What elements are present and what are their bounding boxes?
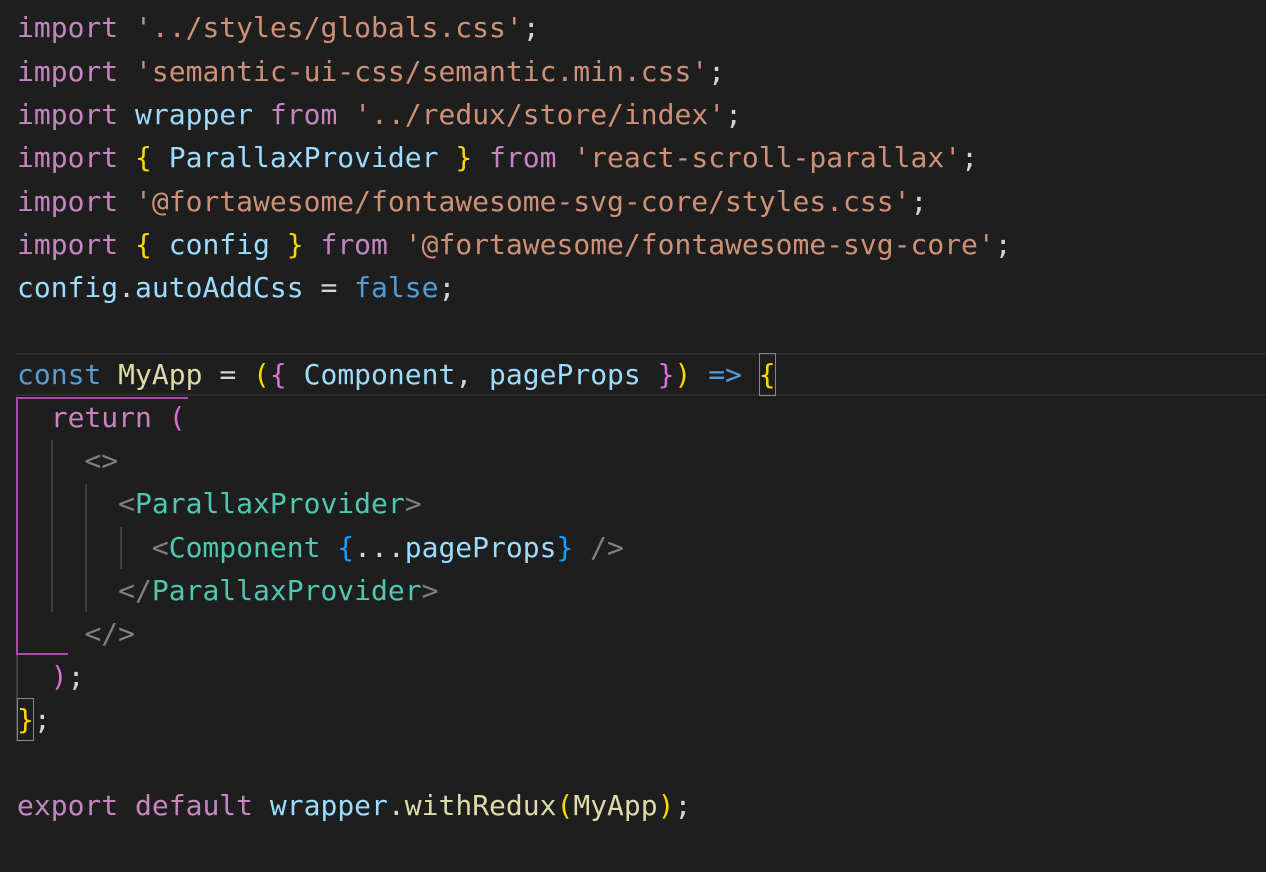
identifier: ParallaxProvider [168,141,439,174]
identifier: config [168,228,270,261]
code-line[interactable]: <ParallaxProvider> [0,482,1266,525]
boolean-literal: false [354,271,439,304]
keyword: from [269,98,338,131]
code-editor[interactable]: import '../styles/globals.css'; import '… [0,0,1266,872]
keyword: import [17,98,119,131]
string-literal: '../styles/globals.css' [135,11,523,44]
code-line[interactable]: import '@fortawesome/fontawesome-svg-cor… [0,180,1266,223]
string-literal: '@fortawesome/fontawesome-svg-core/style… [135,185,911,218]
jsx-tag: ParallaxProvider [135,487,405,520]
arrow-operator: => [708,358,742,391]
code-line[interactable]: </ParallaxProvider> [0,569,1266,612]
code-line[interactable]: ); [0,655,1266,698]
identifier: config [17,271,119,304]
jsx-tag: ParallaxProvider [151,574,422,607]
jsx-tag: Component [168,531,321,564]
code-line[interactable]: import { config } from '@fortawesome/fon… [0,223,1266,266]
code-line-current[interactable]: const MyApp = ({ Component, pageProps })… [0,353,1266,397]
keyword: import [17,185,119,218]
keyword: export [17,789,119,822]
string-literal: '../redux/store/index' [354,98,726,131]
keyword: import [17,228,119,261]
keyword: import [17,55,119,88]
identifier: pageProps [404,531,557,564]
keyword: default [135,789,254,822]
bracket-match-open: { [758,353,776,397]
code-line[interactable]: import wrapper from '../redux/store/inde… [0,93,1266,136]
code-line[interactable]: return ( [0,396,1266,439]
string-literal: '@fortawesome/fontawesome-svg-core' [404,228,995,261]
code-line[interactable]: import { ParallaxProvider } from 'react-… [0,136,1266,179]
code-line[interactable]: </> [0,612,1266,655]
code-line[interactable]: import '../styles/globals.css'; [0,6,1266,49]
code-line[interactable]: export default wrapper.withRedux(MyApp); [0,784,1266,827]
property: autoAddCss [135,271,304,304]
parameter: Component [303,358,456,391]
keyword: import [17,11,119,44]
keyword: from [489,141,557,174]
keyword: import [17,141,119,174]
string-literal: 'react-scroll-parallax' [573,141,962,174]
code-line[interactable]: config.autoAddCss = false; [0,266,1266,309]
identifier: wrapper [135,98,254,131]
function-name: MyApp [573,789,658,822]
parameter: pageProps [489,358,641,391]
code-line[interactable]: }; [0,698,1266,742]
code-line[interactable]: <Component {...pageProps} /> [0,526,1266,569]
keyword: return [50,401,152,434]
code-line[interactable]: import 'semantic-ui-css/semantic.min.css… [0,50,1266,93]
keyword: const [17,358,102,391]
function-name: withRedux [404,789,557,822]
identifier: wrapper [269,789,388,822]
code-line[interactable]: <> [0,439,1266,482]
function-name: MyApp [118,358,203,391]
bracket-match-close: } [17,698,34,742]
keyword: from [320,228,388,261]
string-literal: 'semantic-ui-css/semantic.min.css' [135,55,709,88]
